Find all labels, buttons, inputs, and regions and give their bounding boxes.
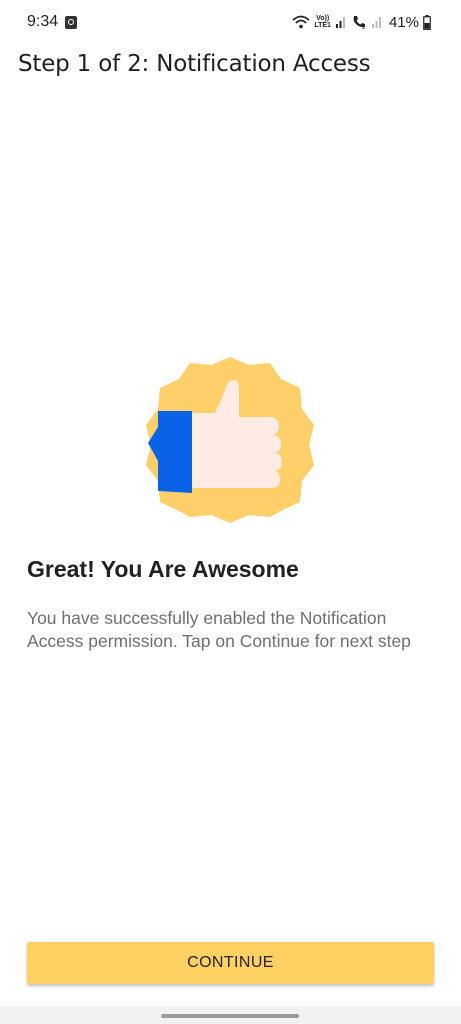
lte-indicator: Vo)) LTE1 — [314, 15, 331, 29]
status-icons: Vo)) LTE1 2 41% — [292, 10, 431, 34]
wifi-icon — [292, 15, 310, 29]
battery-percentage: 41% — [388, 13, 419, 31]
success-headline: Great! You Are Awesome — [27, 556, 299, 582]
status-bar: 9:34 Vo)) LTE1 2 41% — [0, 0, 461, 46]
thumbs-up-badge-icon — [146, 357, 314, 523]
signal-icon — [371, 17, 381, 28]
success-description: You have successfully enabled the Notifi… — [27, 608, 411, 651]
continue-button[interactable]: CONTINUE — [27, 942, 434, 984]
status-time: 9:34 — [27, 13, 59, 30]
home-gesture-handle[interactable] — [161, 1014, 299, 1018]
battery-icon — [423, 14, 431, 30]
hero-illustration — [140, 355, 320, 525]
lte-top-label: Vo)) — [316, 15, 330, 22]
notification-app-icon — [65, 16, 77, 29]
page-title: Step 1 of 2: Notification Access — [18, 51, 371, 77]
call-icon: 2 — [353, 16, 366, 30]
svg-text:2: 2 — [362, 25, 366, 30]
signal-icon — [335, 17, 345, 28]
lte-bottom-label: LTE1 — [314, 22, 331, 29]
